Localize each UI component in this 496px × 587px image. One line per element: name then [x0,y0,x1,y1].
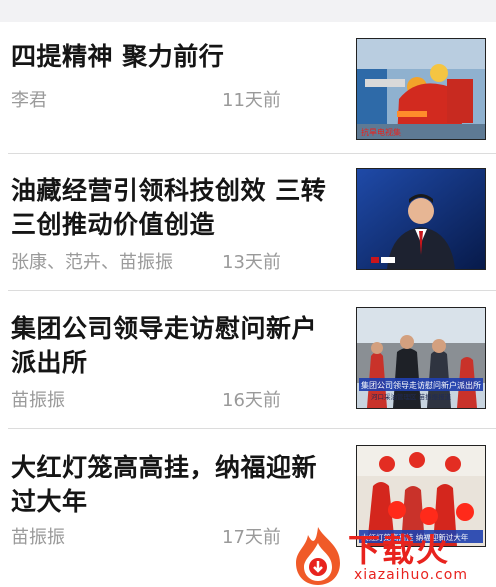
news-time: 13天前 [222,252,281,273]
news-author: 张康、范卉、苗振振 [11,252,173,273]
news-author: 苗振振 [11,527,65,548]
news-time: 16天前 [222,390,281,411]
watermark: 下载火 xiazaihuo.com [290,523,496,587]
news-author: 李君 [11,90,47,111]
news-thumbnail[interactable]: 抗旱电视集 [356,38,486,140]
thumbnail-caption: 集团公司领导走访慰问新户派出所 [361,380,481,390]
top-bar [0,0,496,22]
news-title[interactable]: 大红灯笼高高挂，纳福迎新过大年 [11,451,341,519]
flame-logo-icon [296,527,340,585]
news-item[interactable]: 油藏经营引领科技创效 三转三创推动价值创造 张康、范卉、苗振振 13天前 [0,154,496,290]
watermark-domain: xiazaihuo.com [354,567,468,583]
watermark-brand: 下载火 [348,531,451,569]
news-author: 苗振振 [11,390,65,411]
news-thumbnail[interactable] [356,168,486,270]
news-thumbnail[interactable]: 集团公司领导走访慰问新户派出所 河口采油管理区 苗振振报道 [356,307,486,409]
news-title[interactable]: 集团公司领导走访慰问新户派出所 [11,312,341,380]
news-item[interactable]: 集团公司领导走访慰问新户派出所 苗振振 16天前 集团公司领导走访慰问新户派出所… [0,291,496,428]
thumbnail-caption: 抗旱电视集 [361,127,401,137]
news-time: 11天前 [222,90,281,111]
news-title[interactable]: 四提精神 聚力前行 [11,40,341,74]
thumbnail-subcaption: 河口采油管理区 苗振振报道 [371,392,452,401]
news-time: 17天前 [222,527,281,548]
news-title[interactable]: 油藏经营引领科技创效 三转三创推动价值创造 [11,174,341,242]
news-item[interactable]: 四提精神 聚力前行 李君 11天前 抗旱电视集 [0,22,496,153]
